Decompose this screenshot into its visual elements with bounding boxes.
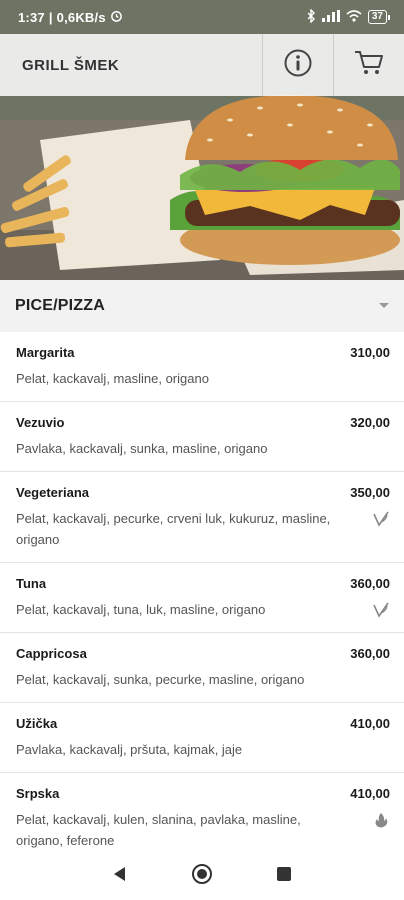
signal-icon — [321, 9, 340, 25]
menu-item-srpska[interactable]: Srpska 410,00 Pelat, kackavalj, kulen, s… — [0, 773, 404, 864]
system-nav-bar — [0, 852, 404, 900]
menu-item-vezuvio[interactable]: Vezuvio 320,00 Pavlaka, kackavalj, sunka… — [0, 402, 404, 472]
dropdown-arrow-icon — [378, 297, 390, 315]
menu-item-tuna[interactable]: Tuna 360,00 Pelat, kackavalj, tuna, luk,… — [0, 563, 404, 633]
battery-level: 37 — [367, 10, 387, 24]
cart-icon — [354, 49, 384, 82]
item-price: 310,00 — [350, 345, 390, 360]
item-name: Vezuvio — [16, 415, 65, 430]
item-name: Užička — [16, 716, 58, 731]
spicy-icon — [372, 811, 390, 829]
status-right: 37 — [306, 7, 390, 26]
recents-icon[interactable] — [275, 865, 293, 888]
item-description: Pavlaka, kackavalj, pršuta, kajmak, jaje — [16, 742, 243, 757]
item-price: 320,00 — [350, 415, 390, 430]
status-left: 1:37 | 0,6KB/s — [18, 9, 123, 25]
item-price: 360,00 — [350, 646, 390, 661]
vegetarian-icon — [372, 510, 390, 528]
item-name: Srpska — [16, 786, 60, 801]
vegetarian-icon — [372, 601, 390, 619]
cart-button[interactable] — [333, 34, 404, 96]
menu-item-margarita[interactable]: Margarita 310,00 Pelat, kackavalj, masli… — [0, 332, 404, 402]
item-price: 410,00 — [350, 716, 390, 731]
home-icon[interactable] — [191, 863, 213, 890]
item-description: Pelat, kackavalj, masline, origano — [16, 371, 209, 386]
back-icon[interactable] — [111, 865, 129, 888]
battery-icon: 37 — [367, 10, 390, 24]
menu-list: Margarita 310,00 Pelat, kackavalj, masli… — [0, 332, 404, 864]
status-bar: 1:37 | 0,6KB/s 37 — [0, 0, 404, 34]
item-description: Pelat, kackavalj, kulen, slanina, pavlak… — [16, 812, 301, 848]
item-description: Pelat, kackavalj, tuna, luk, masline, or… — [16, 602, 266, 617]
category-title: PICE/PIZZA — [15, 297, 106, 314]
app-title: GRILL ŠMEK — [22, 56, 120, 74]
item-name: Margarita — [16, 345, 75, 360]
item-price: 350,00 — [350, 485, 390, 500]
item-name: Tuna — [16, 576, 47, 591]
status-time: 1:37 — [18, 9, 45, 25]
item-name: Cappricosa — [16, 646, 87, 661]
item-price: 360,00 — [350, 576, 390, 591]
menu-item-uzicka[interactable]: Užička 410,00 Pavlaka, kackavalj, pršuta… — [0, 703, 404, 773]
info-icon — [283, 48, 313, 83]
item-description: Pavlaka, kackavalj, sunka, masline, orig… — [16, 441, 268, 456]
menu-item-cappricosa[interactable]: Cappricosa 360,00 Pelat, kackavalj, sunk… — [0, 633, 404, 703]
item-name: Vegeteriana — [16, 485, 89, 500]
wifi-icon — [346, 9, 362, 25]
item-price: 410,00 — [350, 786, 390, 801]
info-button[interactable] — [262, 34, 333, 96]
status-speed: 0,6KB/s — [56, 9, 106, 25]
category-header[interactable]: PICE/PIZZA — [0, 280, 404, 332]
item-description: Pelat, kackavalj, pecurke, crveni luk, k… — [16, 511, 331, 547]
menu-item-vegeteriana[interactable]: Vegeteriana 350,00 Pelat, kackavalj, pec… — [0, 472, 404, 563]
alarm-icon — [110, 9, 123, 25]
bluetooth-icon — [306, 7, 316, 26]
app-bar: GRILL ŠMEK — [0, 34, 404, 96]
item-description: Pelat, kackavalj, sunka, pecurke, maslin… — [16, 672, 305, 687]
